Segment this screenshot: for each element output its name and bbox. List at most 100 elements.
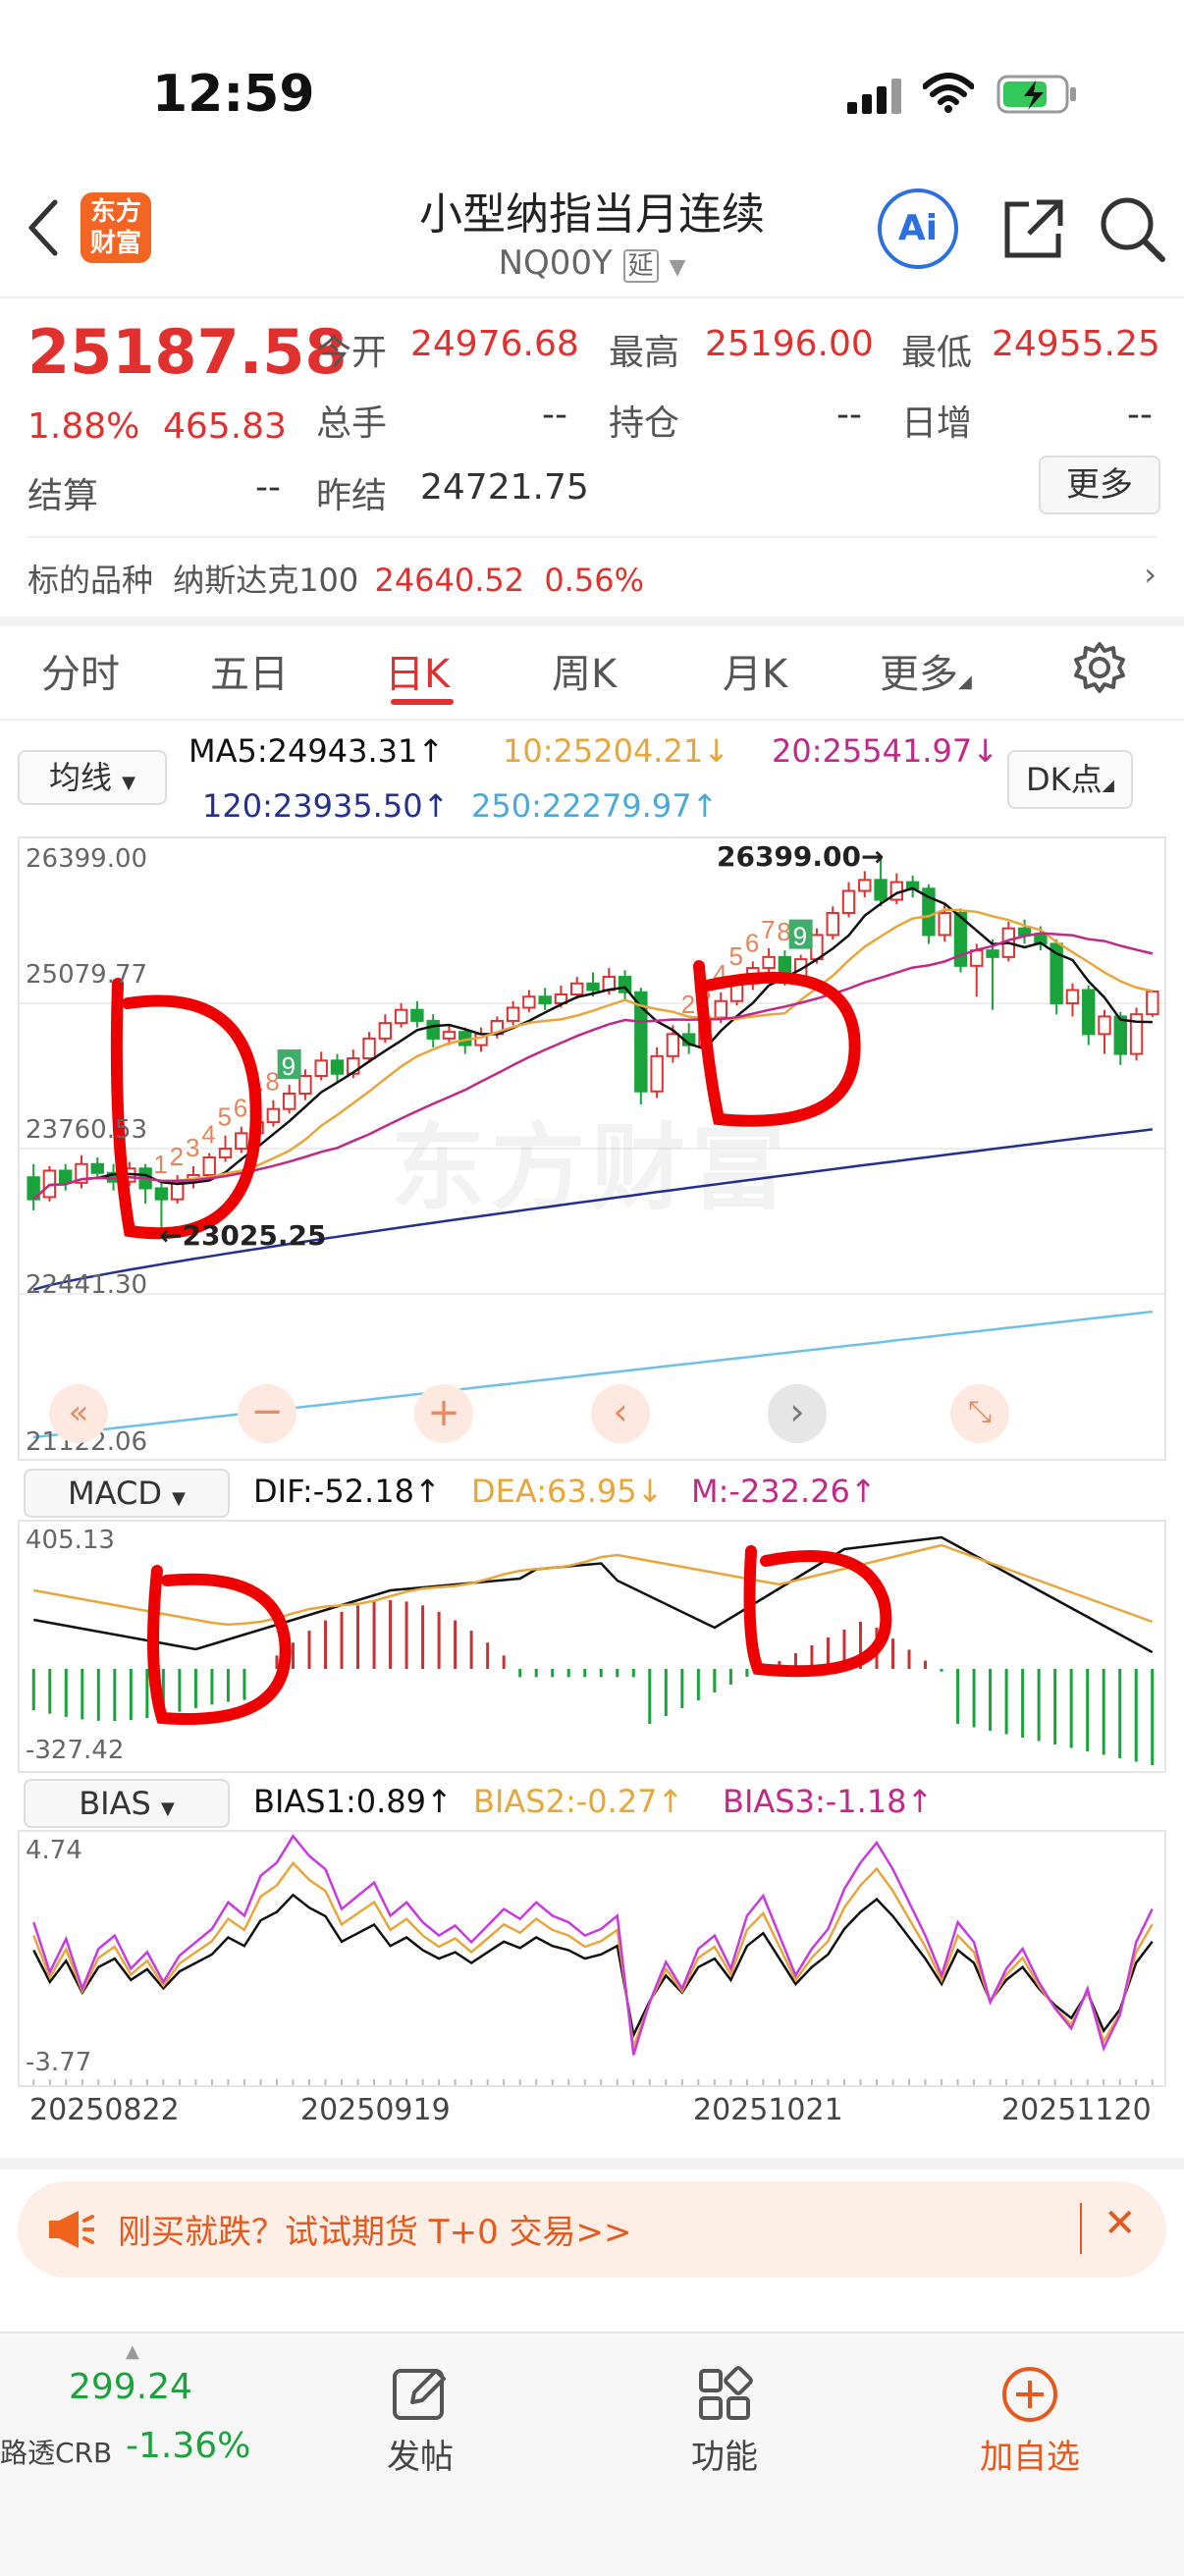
underlying-row[interactable]: 标的品种 纳斯达克100 24640.52 0.56% › xyxy=(27,556,1157,605)
y-label-2: 25079.77 xyxy=(26,960,148,990)
ticker-value[interactable]: 299.24 xyxy=(69,2367,192,2407)
high-label: 最高 xyxy=(609,333,680,373)
candle-body xyxy=(266,1107,281,1124)
macd-chart[interactable]: 405.13 -327.42 xyxy=(18,1520,1166,1773)
battery-icon xyxy=(996,75,1079,118)
seq-label: 6 xyxy=(234,1094,247,1123)
date-label-4: 20251120 xyxy=(1001,2093,1152,2127)
bias-selector[interactable]: BIAS ▼ xyxy=(24,1779,230,1828)
search-icon[interactable] xyxy=(1098,194,1168,269)
caret-up-icon: ▲ xyxy=(126,2341,139,2362)
plus-circle-icon xyxy=(1002,2367,1057,2422)
add-watchlist-button[interactable]: 加自选 xyxy=(966,2363,1094,2478)
tab-weekly-k[interactable]: 周K xyxy=(552,642,617,699)
candle-body xyxy=(538,995,552,1004)
candle-body xyxy=(330,1059,345,1075)
function-button[interactable]: 功能 xyxy=(673,2363,776,2478)
settings-icon[interactable] xyxy=(1072,640,1127,699)
tab-monthly-k[interactable]: 月K xyxy=(723,642,787,699)
rewind-icon[interactable]: « xyxy=(49,1384,108,1443)
ma120-label: 120:23935.50↑ xyxy=(202,787,450,825)
tab-fenshi[interactable]: 分时 xyxy=(41,642,120,699)
candle-body xyxy=(506,1006,520,1022)
seq-label: 5 xyxy=(218,1102,232,1132)
candle-body xyxy=(874,879,888,901)
candle-body xyxy=(970,949,984,967)
close-icon[interactable]: ✕ xyxy=(1103,2201,1137,2246)
next-icon[interactable]: › xyxy=(768,1384,827,1443)
candle-body xyxy=(986,949,999,958)
ma20-label: 20:25541.97↓ xyxy=(772,732,998,770)
bias-y-top: 4.74 xyxy=(26,1836,82,1865)
ticker-pct: -1.36% xyxy=(126,2426,251,2466)
ma-selector[interactable]: 均线 ▼ xyxy=(18,750,167,805)
y-label-1: 26399.00 xyxy=(26,844,148,874)
promo-banner[interactable]: 刚买就跌？试试期货 T+0 交易>> ✕ xyxy=(18,2181,1166,2278)
bottom-bar: ▲ 299.24 路透CRB -1.36% 发帖 功能 加自选 xyxy=(0,2332,1184,2576)
macd-selector[interactable]: MACD ▼ xyxy=(24,1469,230,1518)
candle-body xyxy=(59,1169,73,1184)
more-button[interactable]: 更多 xyxy=(1039,456,1160,514)
bias1: BIAS1:0.89↑ xyxy=(253,1783,453,1820)
candle-body xyxy=(762,955,776,970)
candle-body xyxy=(442,1031,457,1040)
candle-body xyxy=(841,889,856,914)
macd-m: M:-232.26↑ xyxy=(691,1473,877,1510)
chevron-right-icon: › xyxy=(1144,556,1157,593)
candle-body xyxy=(394,1008,408,1025)
period-tabs: 分时 五日 日K 周K 月K 更多◢ xyxy=(0,618,1184,717)
candle-body xyxy=(666,1033,680,1057)
daily-inc-value: -- xyxy=(1127,395,1153,435)
megaphone-icon xyxy=(45,2207,95,2256)
candle-body xyxy=(410,1008,424,1022)
post-button[interactable]: 发帖 xyxy=(369,2363,471,2478)
dk-point-button[interactable]: DK点◢ xyxy=(1007,750,1133,809)
y-label-3: 23760.53 xyxy=(26,1115,148,1145)
candle-body xyxy=(1082,989,1096,1036)
status-time: 12:59 xyxy=(152,65,315,124)
main-chart[interactable]: 12345678923456789 26399.00 25079.77 2376… xyxy=(18,836,1166,1461)
tab-more[interactable]: 更多◢ xyxy=(880,642,972,699)
date-label-1: 20250822 xyxy=(29,2093,180,2127)
y-label-4: 22441.30 xyxy=(26,1270,148,1300)
macd-dea: DEA:63.95↓ xyxy=(471,1473,664,1510)
seq-label: 9 xyxy=(793,922,807,951)
last-price: 25187.58 xyxy=(27,316,348,388)
candle-body xyxy=(650,1054,664,1093)
oi-value: -- xyxy=(836,395,862,435)
macd-dif: DIF:-52.18↑ xyxy=(253,1473,441,1510)
grid-icon xyxy=(699,2366,753,2420)
candle-body xyxy=(362,1037,376,1060)
handdrawn-d-macd-right xyxy=(743,1545,892,1678)
zoom-in-icon[interactable]: + xyxy=(414,1384,473,1443)
oi-label: 持仓 xyxy=(609,403,680,444)
zoom-out-icon[interactable]: − xyxy=(238,1384,296,1443)
signal-icon xyxy=(847,77,906,120)
candle-body xyxy=(1098,1015,1111,1036)
candle-body xyxy=(1065,989,1080,1004)
macd-y-bottom: -327.42 xyxy=(26,1736,125,1765)
candle-body xyxy=(858,879,872,892)
ma250-label: 250:22279.97↑ xyxy=(471,787,719,825)
prev-icon[interactable]: ‹ xyxy=(591,1384,650,1443)
tab-wuri[interactable]: 五日 xyxy=(210,642,289,699)
open-label: 今开 xyxy=(316,333,388,373)
tab-daily-k[interactable]: 日K xyxy=(385,642,450,699)
change-value: 465.83 xyxy=(163,406,287,447)
underlying-label: 标的品种 xyxy=(27,562,154,599)
banner-text: 刚买就跌？试试期货 T+0 交易>> xyxy=(118,2213,632,2252)
volume-value: -- xyxy=(542,395,567,435)
date-label-3: 20251021 xyxy=(693,2093,843,2127)
seq-label: 4 xyxy=(201,1120,215,1150)
candle-body xyxy=(1113,1015,1127,1055)
underlying-name: 纳斯达克100 xyxy=(173,562,359,599)
ai-button[interactable]: Ai xyxy=(878,188,958,269)
bias-chart[interactable]: 4.74 -3.77 xyxy=(18,1830,1166,2087)
fullscreen-icon[interactable]: ⤡ xyxy=(950,1384,1009,1443)
seq-label: 3 xyxy=(186,1133,199,1162)
prev-settle-label: 昨结 xyxy=(316,476,388,516)
share-icon[interactable] xyxy=(999,194,1068,267)
candle-body xyxy=(235,1132,248,1151)
bias2: BIAS2:-0.27↑ xyxy=(473,1783,684,1820)
seq-label: 9 xyxy=(282,1051,296,1081)
